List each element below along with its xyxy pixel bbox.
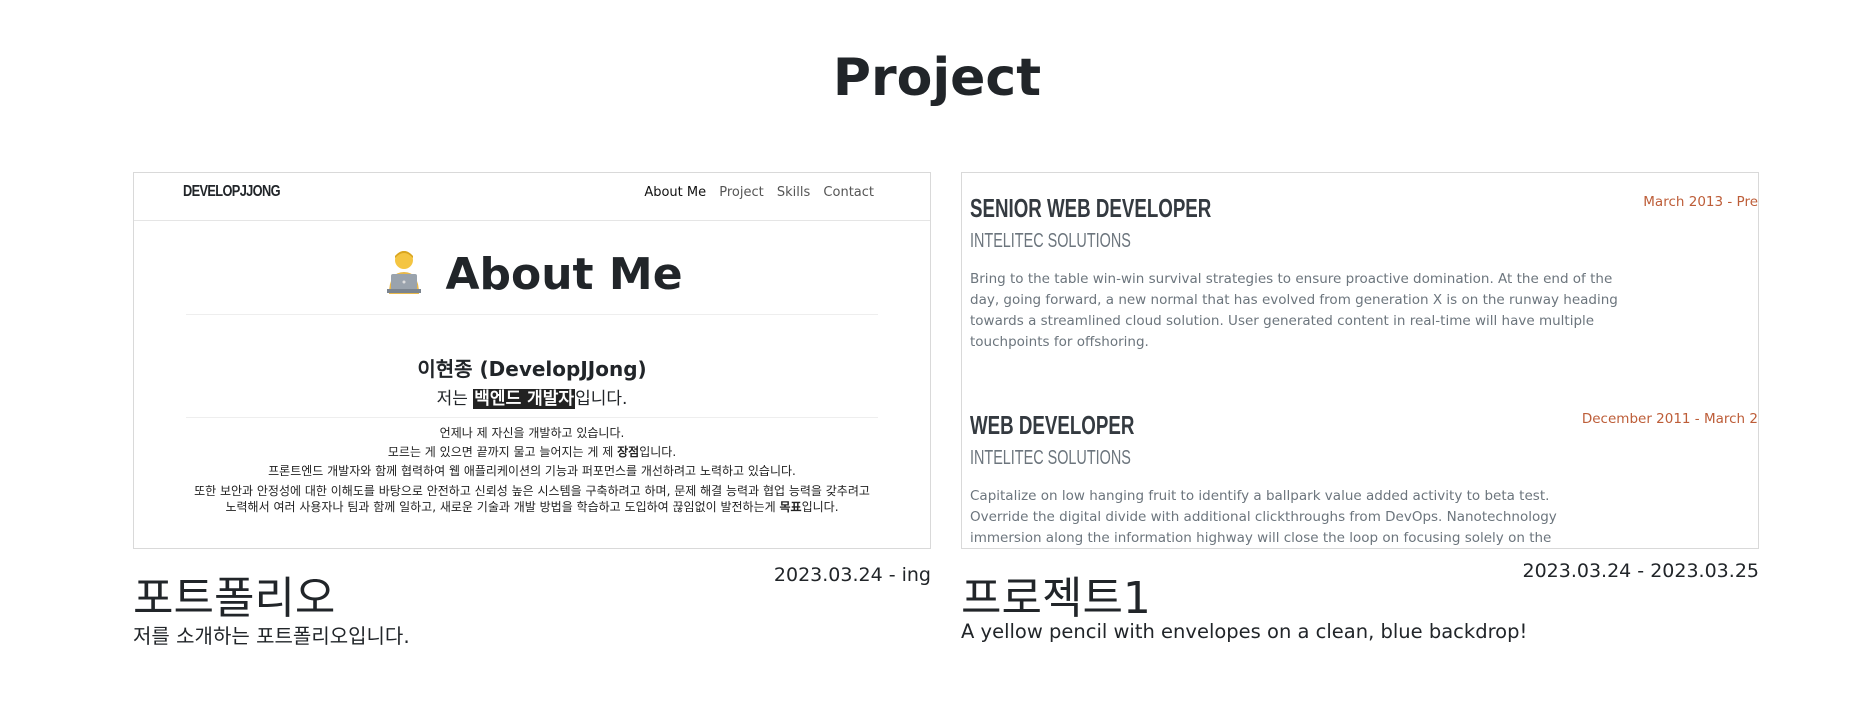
preview-line-4: 또한 보안과 안정성에 대한 이해도를 바탕으로 안전하고 신뢰성 높은 시스템…	[134, 483, 930, 515]
preview-job-1: SENIOR WEB DEVELOPER INTELITEC SOLUTIONS…	[970, 193, 1630, 353]
technologist-emoji-icon	[381, 248, 427, 294]
preview-nav-skills: Skills	[776, 185, 811, 200]
preview-nav-links: About Me Project Skills Contact	[635, 185, 874, 200]
preview-brand: DEVELOPJJONG	[183, 183, 281, 200]
preview-job-2: WEB DEVELOPER INTELITEC SOLUTIONS Capita…	[970, 410, 1585, 548]
preview-heading: About Me	[134, 249, 930, 300]
preview-line-4-bold: 목표	[779, 500, 802, 514]
preview-line-3: 프론트엔드 개발자와 함께 협력하여 웹 애플리케이션의 기능과 퍼포먼스를 개…	[268, 464, 796, 478]
preview-divider	[186, 314, 878, 315]
project-preview-image[interactable]: March 2013 - Pre SENIOR WEB DEVELOPER IN…	[961, 172, 1759, 549]
project-card-portfolio[interactable]: DEVELOPJJONG About Me Project Skills Con…	[133, 172, 931, 648]
preview-job-company: INTELITEC SOLUTIONS	[970, 447, 1131, 469]
project-card-project1[interactable]: March 2013 - Pre SENIOR WEB DEVELOPER IN…	[961, 172, 1759, 643]
preview-heading-text: About Me	[445, 249, 683, 300]
project-title[interactable]: 포트폴리오	[133, 562, 335, 626]
project-date: 2023.03.24 - 2023.03.25	[1522, 560, 1759, 582]
preview-job-date: December 2011 - March 2	[1581, 411, 1758, 427]
preview-line-2-suffix: 입니다.	[639, 445, 677, 459]
preview-line-2: 모르는 게 있으면 끝까지 물고 늘어지는 게 제 장점입니다.	[134, 443, 930, 462]
preview-nav-contact: Contact	[823, 185, 874, 200]
preview-role-highlight: 백엔드 개발자	[473, 389, 576, 409]
preview-job-company: INTELITEC SOLUTIONS	[970, 230, 1131, 252]
preview-role: 저는 백엔드 개발자입니다.	[134, 384, 930, 409]
preview-line-4-suffix: 입니다.	[801, 500, 839, 514]
preview-name: 이현종 (DevelopJJong)	[417, 357, 647, 381]
preview-job-text: Bring to the table win-win survival stra…	[970, 271, 1618, 350]
preview-divider	[186, 417, 878, 418]
preview-navbar: DEVELOPJJONG About Me Project Skills Con…	[134, 173, 930, 221]
project-description: 저를 소개하는 포트폴리오입니다.	[133, 624, 410, 648]
preview-line-4-prefix: 또한 보안과 안정성에 대한 이해도를 바탕으로 안전하고 신뢰성 높은 시스템…	[194, 484, 870, 514]
preview-job-text: Capitalize on low hanging fruit to ident…	[970, 488, 1557, 546]
preview-nav-project: Project	[719, 185, 764, 200]
project-description: A yellow pencil with envelopes on a clea…	[961, 620, 1528, 643]
preview-line-2-prefix: 모르는 게 있으면 끝까지 물고 늘어지는 게 제	[387, 445, 618, 459]
preview-role-suffix: 입니다.	[575, 389, 628, 409]
preview-job-title: SENIOR WEB DEVELOPER	[970, 193, 1212, 223]
project-preview-image[interactable]: DEVELOPJJONG About Me Project Skills Con…	[133, 172, 931, 549]
preview-nav-about: About Me	[644, 185, 707, 200]
page-title: Project	[832, 48, 1042, 108]
project-date: 2023.03.24 - ing	[773, 564, 931, 586]
preview-job-date: March 2013 - Pre	[1643, 194, 1758, 210]
preview-job-title: WEB DEVELOPER	[970, 410, 1135, 440]
preview-line-1: 언제나 제 자신을 개발하고 있습니다.	[439, 426, 625, 440]
preview-line-2-bold: 장점	[617, 445, 640, 459]
preview-role-prefix: 저는	[436, 389, 474, 409]
project-title[interactable]: 프로젝트1	[961, 562, 1151, 626]
